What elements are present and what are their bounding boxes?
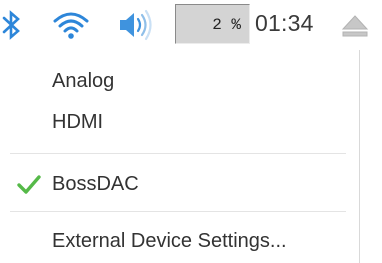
volume-icon[interactable] (117, 9, 165, 41)
checkmark-icon (17, 175, 41, 194)
menu-item-label: Analog (52, 70, 115, 92)
taskbar: 2 % 01:34 (0, 0, 382, 50)
menu-item-label: HDMI (52, 111, 104, 133)
cpu-usage-text: 2 % (212, 16, 241, 34)
menu-separator (10, 211, 346, 212)
clock[interactable]: 01:34 (255, 10, 314, 37)
audio-output-menu: Analog HDMI BossDAC External Device Sett… (0, 50, 360, 263)
menu-item-hdmi[interactable]: HDMI (0, 105, 359, 141)
menu-item-label: External Device Settings... (52, 230, 287, 252)
wifi-icon[interactable] (52, 9, 90, 41)
bluetooth-icon[interactable] (1, 9, 23, 41)
menu-item-label: BossDAC (52, 173, 139, 195)
menu-item-bossdac[interactable]: BossDAC (0, 167, 359, 203)
menu-item-external-device-settings[interactable]: External Device Settings... (0, 223, 359, 259)
menu-separator (10, 153, 346, 154)
menu-item-analog[interactable]: Analog (0, 64, 359, 100)
screen: 2 % 01:34 Analog HDMI BossDAC External D… (0, 0, 382, 263)
eject-icon[interactable] (340, 12, 370, 40)
cpu-usage-monitor[interactable]: 2 % (175, 4, 250, 44)
